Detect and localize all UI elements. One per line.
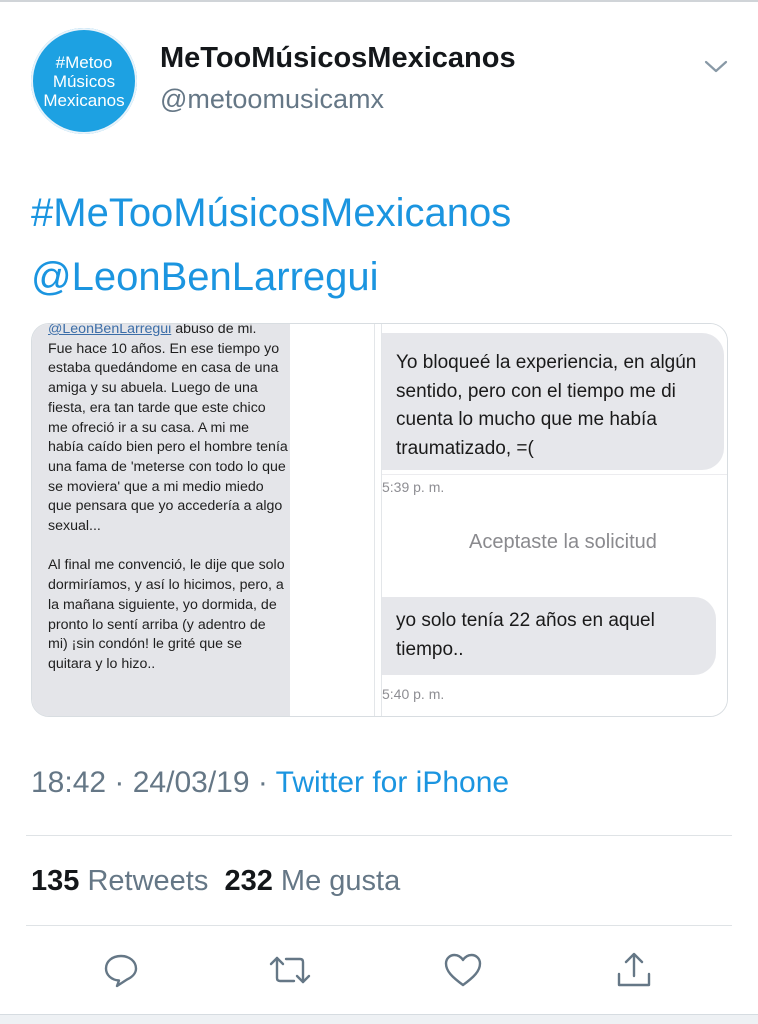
likes-stat[interactable]: 232 Me gusta <box>224 865 400 897</box>
retweet-icon <box>269 956 311 984</box>
tweet-time[interactable]: 18:42 <box>31 766 106 799</box>
media-image-left[interactable]: @LeonBenLarregui abuso de mi. Fue hace 1… <box>32 324 290 716</box>
tweet-source-link[interactable]: Twitter for iPhone <box>276 766 509 799</box>
author-handle[interactable]: @metoomusicamx <box>160 84 384 115</box>
screenshot-text: @LeonBenLarregui abuso de mi. Fue hace 1… <box>48 323 288 675</box>
tweet-date[interactable]: 24/03/19 <box>133 766 250 799</box>
retweet-button[interactable] <box>268 948 312 992</box>
meta-separator: · <box>249 766 276 799</box>
media-divider <box>374 324 382 716</box>
avatar-line-3: Mexicanos <box>43 90 125 110</box>
chat-system-notice: Aceptaste la solicitud <box>469 531 657 553</box>
bottom-bar <box>0 1014 758 1024</box>
tweet-hashtag-link[interactable]: #MeTooMúsicosMexicanos <box>31 191 511 236</box>
avatar[interactable]: #Metoo Músicos Mexicanos <box>31 28 137 134</box>
likes-label: Me gusta <box>280 865 401 897</box>
chat-separator <box>382 474 727 475</box>
screenshot-mention: @LeonBenLarregui <box>48 323 172 337</box>
share-button[interactable] <box>612 948 656 992</box>
author-name[interactable]: MeTooMúsicosMexicanos <box>160 42 516 75</box>
tweet-meta: 18:42 · 24/03/19 · Twitter for iPhone <box>31 766 509 800</box>
share-icon <box>617 952 651 987</box>
chat-bubble-2: yo solo tenía 22 años en aquel tiempo.. <box>382 597 716 675</box>
chat-time-2: 5:40 p. m. <box>382 686 445 702</box>
heart-icon <box>444 953 482 987</box>
tweet-mention-link[interactable]: @LeonBenLarregui <box>31 255 379 300</box>
chat-bubble-1: Yo bloqueé la experiencia, en algún sent… <box>382 333 724 470</box>
retweets-count: 135 <box>31 865 80 897</box>
chevron-down-icon[interactable] <box>700 54 732 78</box>
top-divider <box>0 0 758 2</box>
reply-button[interactable] <box>99 948 143 992</box>
action-bar <box>0 948 758 992</box>
divider <box>26 925 732 926</box>
divider <box>26 835 732 836</box>
media-left-margin <box>290 324 374 716</box>
media-image-right[interactable]: Yo bloqueé la experiencia, en algún sent… <box>382 324 727 716</box>
screenshot-cut-line: abuso de mi. <box>171 323 257 337</box>
retweets-label: Retweets <box>87 865 209 897</box>
chat-time-1: 5:39 p. m. <box>382 479 445 495</box>
retweets-stat[interactable]: 135 Retweets <box>31 865 208 897</box>
meta-separator: · <box>106 766 133 799</box>
avatar-line-2: Músicos <box>52 71 116 91</box>
likes-count: 232 <box>224 865 273 897</box>
screenshot-paragraph-1: Fue hace 10 años. En ese tiempo yo estab… <box>48 340 288 535</box>
screenshot-paragraph-2: Al final me convenció, le dije que solo … <box>48 557 285 672</box>
avatar-line-1: #Metoo <box>55 52 113 72</box>
tweet-media[interactable]: @LeonBenLarregui abuso de mi. Fue hace 1… <box>31 323 728 717</box>
reply-icon <box>104 954 138 988</box>
like-button[interactable] <box>441 948 485 992</box>
tweet-stats: 135 Retweets 232 Me gusta <box>31 865 400 898</box>
